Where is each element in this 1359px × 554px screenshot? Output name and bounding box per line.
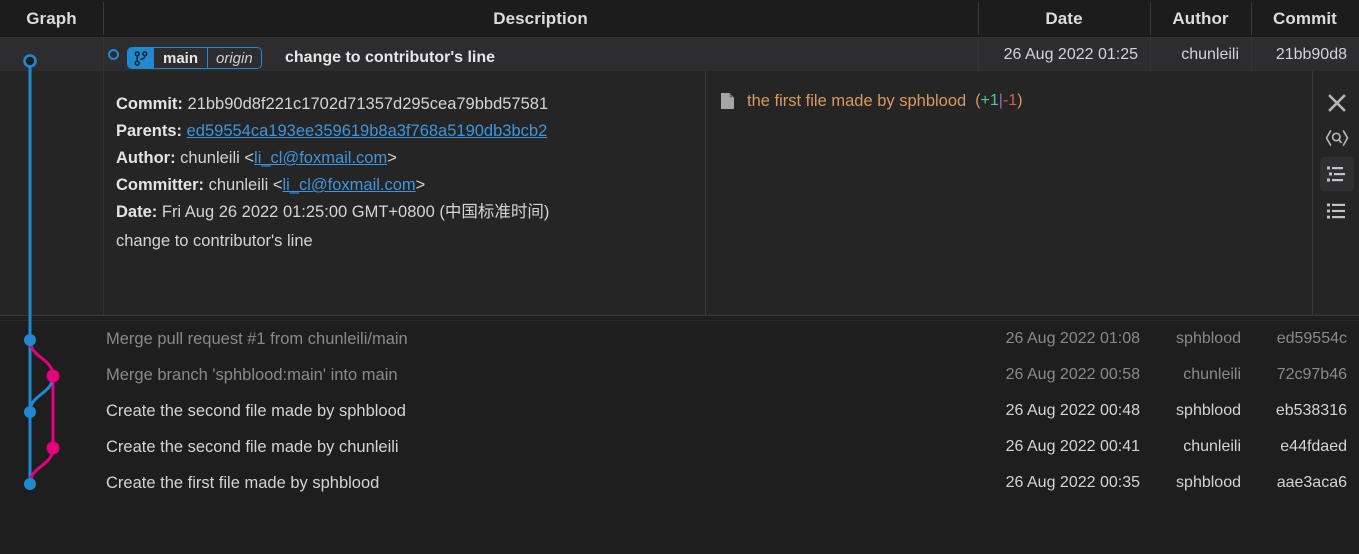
table-row[interactable]: Create the second file made by chunleili… xyxy=(0,429,1359,465)
column-header-commit[interactable]: Commit xyxy=(1251,0,1359,37)
commit-hash-line: Commit: 21bb90d8f221c1702d71357d295cea79… xyxy=(116,91,696,118)
commit-hash-value: 21bb90d8f221c1702d71357d295cea79bbd57581 xyxy=(187,95,549,113)
committer-name: chunleili xyxy=(208,176,269,194)
commit-subject: Merge branch 'sphblood:main' into main xyxy=(106,365,398,384)
column-resize-handle-author[interactable] xyxy=(1251,2,1252,35)
column-header-author[interactable]: Author xyxy=(1150,0,1251,37)
changed-files-pane: the first file made by sphblood (+1|-1) xyxy=(706,71,1312,315)
stats-close-paren: ) xyxy=(1017,92,1023,109)
detail-panel-bottom-border xyxy=(0,315,1359,316)
changed-file-stats: (+1|-1) xyxy=(975,92,1022,110)
commit-subject: Merge pull request #1 from chunleili/mai… xyxy=(106,329,408,348)
code-review-icon[interactable] xyxy=(1320,121,1354,155)
committer-line: Committer: chunleili <li_cl@foxmail.com> xyxy=(116,172,696,199)
selected-commit-date: 26 Aug 2022 01:25 xyxy=(1003,45,1138,63)
commit-date: 26 Aug 2022 00:58 xyxy=(1005,366,1140,383)
commit-message-body: change to contributor's line xyxy=(116,232,313,250)
close-icon[interactable] xyxy=(1320,86,1354,120)
changed-file-name[interactable]: the first file made by sphblood xyxy=(747,92,966,111)
file-tree-view-icon[interactable] xyxy=(1320,157,1354,191)
commit-date: 26 Aug 2022 00:48 xyxy=(1005,402,1140,419)
commit-author: chunleili xyxy=(1183,366,1241,383)
table-header: Graph Description Date Author Commit xyxy=(0,0,1359,38)
selected-commit-hash-cell: 21bb90d8 xyxy=(1251,38,1359,71)
commit-metadata-pane: Commit: 21bb90d8f221c1702d71357d295cea79… xyxy=(0,71,705,315)
commit-list: Merge pull request #1 from chunleili/mai… xyxy=(0,321,1359,554)
commit-hash-label: Commit: xyxy=(116,95,183,113)
table-row[interactable]: Create the second file made by sphblood … xyxy=(0,393,1359,429)
selected-commit-date-cell: 26 Aug 2022 01:25 xyxy=(978,38,1150,71)
author-line: Author: chunleili <li_cl@foxmail.com> xyxy=(116,145,696,172)
parent-hash-link[interactable]: ed59554ca193ee359619b8a3f768a5190db3bcb2 xyxy=(187,122,548,140)
additions-count: +1 xyxy=(980,92,999,109)
email-open-bracket: < xyxy=(244,149,255,167)
commit-subject: Create the second file made by chunleili xyxy=(106,437,399,456)
commit-hash: ed59554c xyxy=(1276,330,1347,347)
branch-remote-name[interactable]: origin xyxy=(208,48,261,68)
committer-label: Committer: xyxy=(116,176,205,194)
email-close-bracket: > xyxy=(415,176,426,194)
commit-author: sphblood xyxy=(1176,474,1241,491)
row-divider xyxy=(103,38,104,71)
author-email-link[interactable]: li_cl@foxmail.com xyxy=(254,149,387,167)
commit-node-marker-icon xyxy=(108,49,119,60)
selected-commit-subject: change to contributor's line xyxy=(285,49,496,66)
date-label: Date: xyxy=(116,203,158,221)
date-value: Fri Aug 26 2022 01:25:00 GMT+0800 (中国标准时… xyxy=(161,203,550,221)
commit-metadata-list: Commit: 21bb90d8f221c1702d71357d295cea79… xyxy=(116,71,696,226)
column-header-description[interactable]: Description xyxy=(103,0,978,37)
column-resize-handle-date[interactable] xyxy=(1150,2,1151,35)
author-label: Author: xyxy=(116,149,176,167)
column-header-graph[interactable]: Graph xyxy=(0,0,103,37)
commit-author: chunleili xyxy=(1183,438,1241,455)
selected-commit-hash: 21bb90d8 xyxy=(1275,45,1347,63)
email-close-bracket: > xyxy=(387,149,397,167)
branch-badge[interactable]: main origin xyxy=(127,47,262,69)
branch-name[interactable]: main xyxy=(154,48,208,68)
detail-toolbar xyxy=(1313,71,1359,315)
selected-commit-author-cell: chunleili xyxy=(1150,38,1251,71)
parents-label: Parents: xyxy=(116,122,183,140)
commit-author: sphblood xyxy=(1176,402,1241,419)
file-list-view-icon[interactable] xyxy=(1320,194,1354,228)
commit-hash: e44fdaed xyxy=(1280,438,1347,455)
parents-line: Parents: ed59554ca193ee359619b8a3f768a51… xyxy=(116,118,696,145)
commit-date: 26 Aug 2022 01:08 xyxy=(1005,330,1140,347)
detail-column-divider xyxy=(103,71,104,315)
commit-date: 26 Aug 2022 00:35 xyxy=(1005,474,1140,491)
column-resize-handle-description[interactable] xyxy=(978,2,979,35)
git-graph-view: Graph Description Date Author Commit 26 … xyxy=(0,0,1359,554)
deletions-count: -1 xyxy=(1002,92,1018,109)
column-resize-handle-graph[interactable] xyxy=(103,2,104,35)
commit-hash: aae3aca6 xyxy=(1276,474,1347,491)
commit-hash: 72c97b46 xyxy=(1276,366,1347,383)
committer-email-link[interactable]: li_cl@foxmail.com xyxy=(282,176,415,194)
commit-hash: eb538316 xyxy=(1275,402,1347,419)
column-header-date[interactable]: Date xyxy=(978,0,1150,37)
date-line: Date: Fri Aug 26 2022 01:25:00 GMT+0800 … xyxy=(116,199,696,226)
changed-file-item[interactable]: the first file made by sphblood (+1|-1) xyxy=(720,89,1023,113)
selected-commit-author: chunleili xyxy=(1181,45,1239,63)
commit-author: sphblood xyxy=(1176,330,1241,347)
git-branch-icon xyxy=(128,48,154,68)
table-row[interactable]: Merge pull request #1 from chunleili/mai… xyxy=(0,321,1359,357)
commit-date: 26 Aug 2022 00:41 xyxy=(1005,438,1140,455)
commit-subject: Create the second file made by sphblood xyxy=(106,401,406,420)
table-row[interactable]: Merge branch 'sphblood:main' into main 2… xyxy=(0,357,1359,393)
commit-detail-panel: Commit: 21bb90d8f221c1702d71357d295cea79… xyxy=(0,71,1359,315)
file-icon xyxy=(720,92,735,110)
author-name: chunleili xyxy=(180,149,240,167)
commit-subject: Create the first file made by sphblood xyxy=(106,473,380,492)
table-row[interactable]: Create the first file made by sphblood 2… xyxy=(0,465,1359,501)
